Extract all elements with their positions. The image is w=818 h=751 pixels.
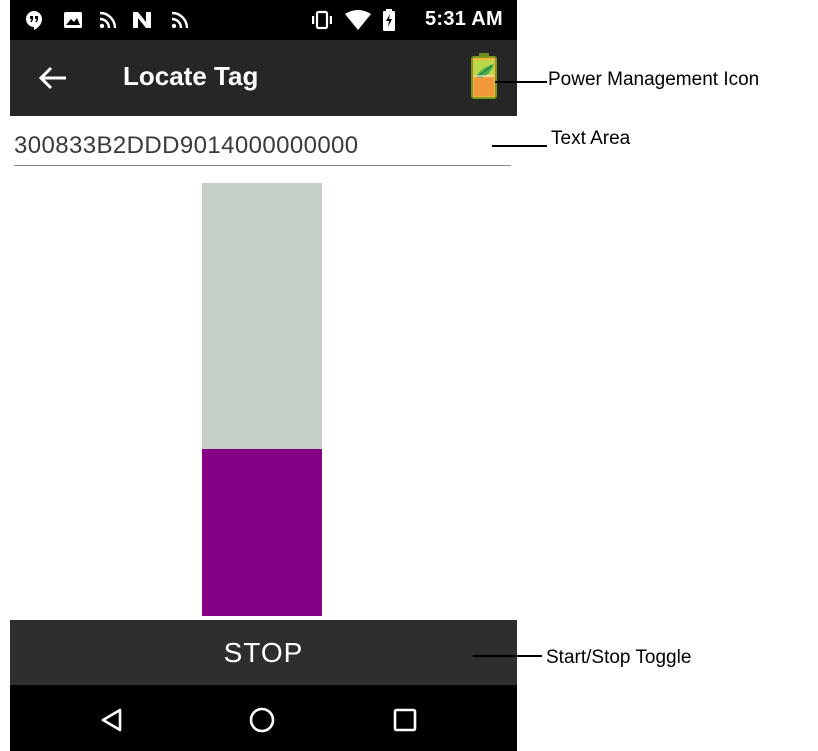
battery-leaf-icon[interactable] bbox=[468, 52, 500, 100]
app-bar: Locate Tag bbox=[10, 40, 517, 116]
recents-square-icon[interactable] bbox=[390, 705, 420, 735]
text-area-callout-label: Text Area bbox=[551, 128, 631, 149]
wifi-icon bbox=[344, 9, 372, 31]
image-icon bbox=[63, 9, 83, 31]
page-title: Locate Tag bbox=[123, 61, 259, 91]
n-icon bbox=[131, 9, 153, 31]
tag-id-text-area[interactable]: 300833B2DDD9014000000000 bbox=[14, 130, 511, 166]
nfc-icon bbox=[170, 9, 190, 31]
home-circle-icon[interactable] bbox=[247, 705, 277, 735]
back-triangle-icon[interactable] bbox=[97, 705, 127, 735]
nfc-icon bbox=[98, 9, 118, 31]
toggle-callout-line bbox=[473, 655, 542, 657]
power-icon-callout-label: Power Management Icon bbox=[548, 69, 760, 90]
proximity-meter bbox=[202, 183, 322, 616]
status-time: 5:31 AM bbox=[424, 8, 503, 30]
device-screen: 5:31 AM Locate Tag 300833B2DDD9014000000… bbox=[10, 0, 517, 751]
battery-charging-icon bbox=[382, 9, 396, 31]
proximity-meter-fill bbox=[202, 449, 322, 616]
start-stop-toggle-button[interactable]: STOP bbox=[10, 620, 517, 685]
text-area-callout-line bbox=[492, 145, 547, 147]
vibrate-icon bbox=[310, 9, 334, 31]
arrow-left-icon[interactable] bbox=[36, 62, 70, 94]
hangouts-icon bbox=[24, 9, 44, 31]
status-bar: 5:31 AM bbox=[10, 0, 517, 40]
toggle-callout-label: Start/Stop Toggle bbox=[546, 647, 692, 668]
navigation-bar bbox=[10, 685, 517, 751]
power-icon-callout-line bbox=[495, 81, 547, 83]
